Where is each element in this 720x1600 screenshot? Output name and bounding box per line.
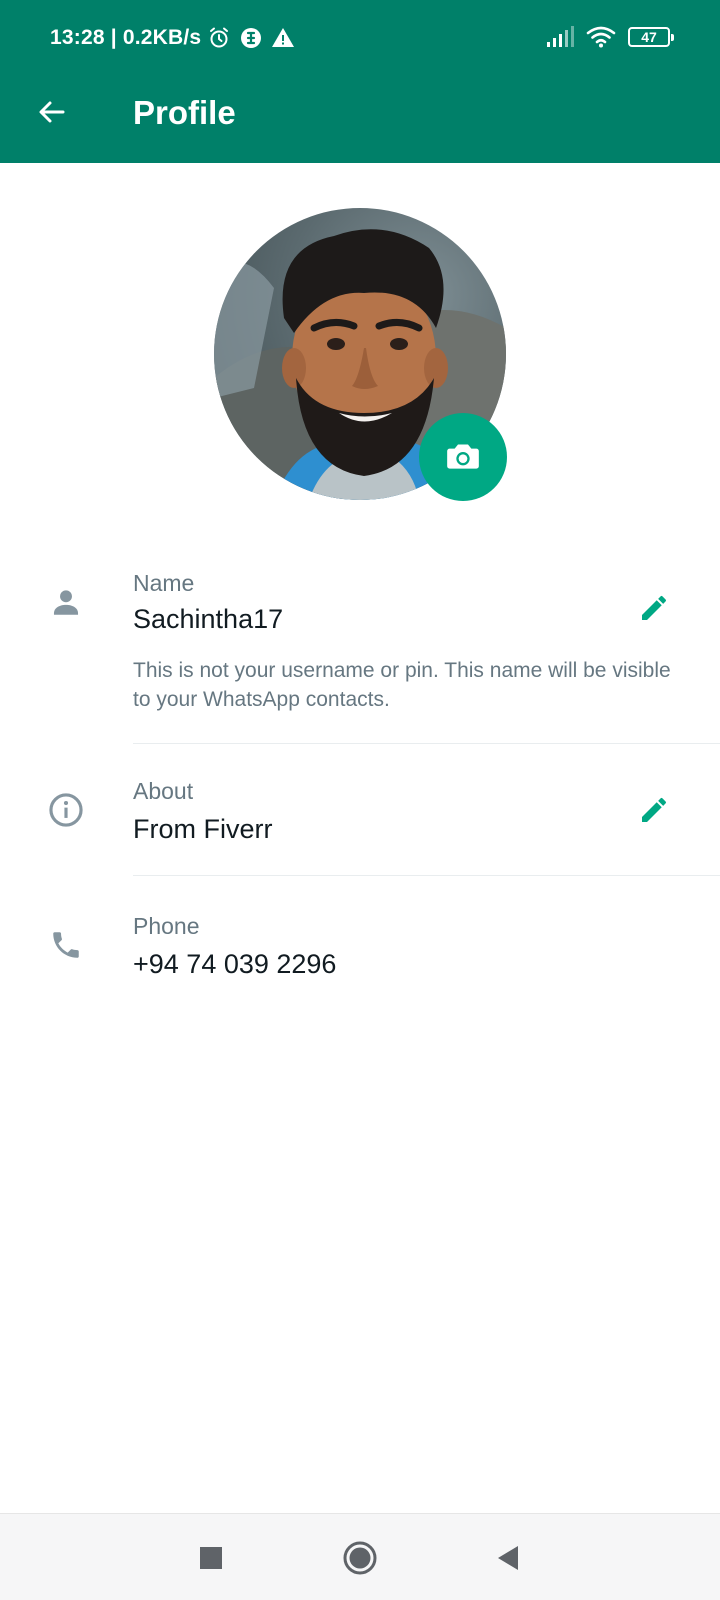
pencil-icon [642,595,666,620]
recents-icon [200,1547,222,1569]
back-icon [498,1546,518,1570]
about-row[interactable]: About From Fiverr [0,770,720,875]
name-row[interactable]: Name Sachintha17 This is not your userna… [0,560,720,743]
phone-icon [46,925,86,965]
home-icon [343,1541,377,1575]
change-photo-button[interactable] [419,413,507,501]
phone-row: Phone +94 74 039 2296 [0,905,720,1005]
edit-about-button[interactable] [632,788,676,832]
name-label: Name [133,570,195,596]
phone-label: Phone [133,913,200,939]
status-right-group: 47 [546,26,674,48]
arrow-left-icon [39,101,65,123]
person-icon [46,582,86,622]
pencil-icon [642,797,666,822]
avatar-container [214,208,507,501]
camera-icon [447,444,479,469]
info-icon [46,790,86,830]
home-button[interactable] [338,1536,382,1580]
about-label: About [133,778,194,804]
name-hint: This is not your username or pin. This n… [133,659,671,711]
divider [133,743,720,744]
app-header: 13:28 | 0.2KB/s 47 Profile [0,0,720,163]
recents-button[interactable] [189,1536,233,1580]
network-speed: | 0.2KB/s [110,26,202,49]
name-value: Sachintha17 [133,604,284,634]
status-bar: 13:28 | 0.2KB/s 47 [0,0,720,80]
alarm-icon [210,27,229,48]
system-nav-bar [0,1513,720,1600]
about-value: From Fiverr [133,814,273,844]
status-time-group: 13:28 | 0.2KB/s [50,26,295,50]
wifi-icon [586,26,616,48]
warning-icon [272,28,295,47]
edit-name-button[interactable] [632,586,676,630]
divider [133,875,720,876]
battery-level: 47 [641,29,657,45]
phone-value: +94 74 039 2296 [133,949,337,979]
back-nav-button[interactable] [486,1536,530,1580]
page-title: Profile [133,94,236,131]
signal-icon [547,26,574,47]
back-button[interactable] [32,92,72,132]
battery-icon: 47 [628,27,674,47]
vpn-icon [241,28,262,48]
status-time: 13:28 [50,26,105,49]
toolbar: Profile [0,80,720,163]
